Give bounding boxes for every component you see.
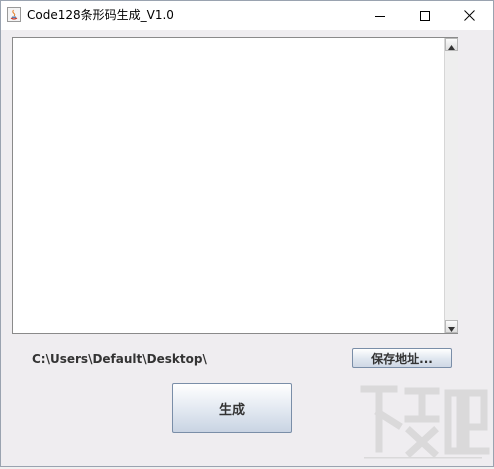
save-location-button[interactable]: 保存地址... (352, 348, 452, 368)
text-area-panel (12, 37, 458, 334)
minimize-icon (374, 11, 385, 21)
maximize-icon (419, 10, 430, 21)
close-button[interactable] (447, 1, 492, 30)
scroll-down-button[interactable] (445, 320, 458, 333)
close-icon (464, 10, 475, 21)
scroll-track[interactable] (445, 51, 458, 320)
arrow-down-icon (448, 317, 455, 336)
generate-button[interactable]: 生成 (172, 383, 292, 433)
window-title: Code128条形码生成_V1.0 (27, 8, 174, 22)
save-path-label: C:\Users\Default\Desktop\ (32, 352, 207, 366)
scroll-up-button[interactable] (445, 38, 458, 51)
app-window: Code128条形码生成_V1.0 C:\Users\Default\Deskt… (0, 0, 494, 467)
maximize-button[interactable] (402, 1, 447, 30)
vertical-scrollbar[interactable] (444, 38, 458, 333)
title-bar[interactable]: Code128条形码生成_V1.0 (1, 1, 493, 30)
minimize-button[interactable] (357, 1, 402, 30)
barcode-input-area[interactable] (13, 38, 442, 333)
java-icon (7, 7, 21, 22)
site-watermark-logo (356, 379, 490, 465)
